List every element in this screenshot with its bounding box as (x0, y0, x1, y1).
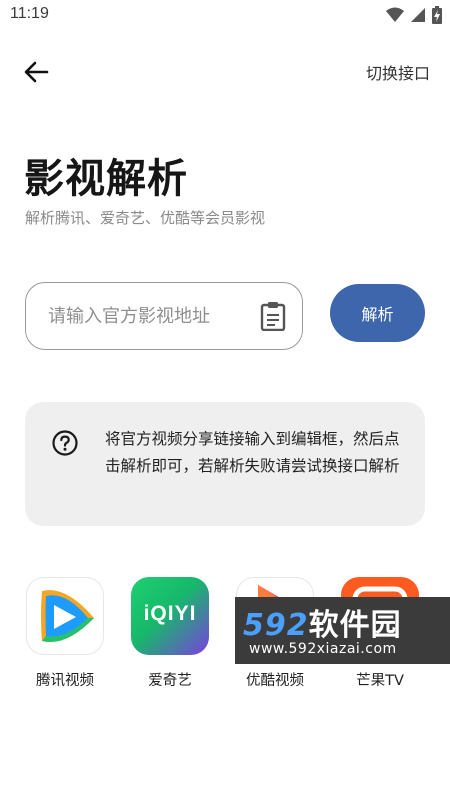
watermark: 592软件园 www.592xiazai.com (235, 597, 450, 664)
watermark-number: 592 (243, 608, 309, 643)
platform-label: 爱奇艺 (148, 673, 192, 689)
watermark-text: 软件园 (308, 608, 402, 643)
tencent-video-logo (26, 577, 104, 655)
help-card: 将官方视频分享链接输入到编辑框，然后点击解析即可，若解析失败请尝试换接口解析 (25, 402, 425, 526)
top-bar: 切换接口 (0, 44, 450, 100)
iqiyi-logo: iQIYI (131, 577, 209, 655)
switch-interface-button[interactable]: 切换接口 (366, 60, 430, 84)
wifi-icon (386, 7, 404, 22)
platform-label: 腾讯视频 (36, 673, 94, 689)
platform-iqiyi[interactable]: iQIYI 爱奇艺 (130, 577, 210, 690)
url-input[interactable] (46, 283, 250, 350)
platform-tencent[interactable]: 腾讯视频 (25, 577, 105, 690)
status-bar: 11:19 (0, 0, 450, 32)
watermark-brand: 592软件园 (243, 600, 402, 644)
question-circle-icon (52, 430, 78, 456)
iqiyi-logo-text: iQIYI (143, 602, 197, 625)
arrow-left-icon[interactable] (22, 58, 50, 86)
status-time: 11:19 (10, 5, 49, 22)
battery-icon (432, 6, 442, 24)
clipboard-icon[interactable] (260, 301, 286, 331)
url-input-box (25, 282, 303, 350)
help-text: 将官方视频分享链接输入到编辑框，然后点击解析即可，若解析失败请尝试换接口解析 (105, 430, 400, 475)
page-title: 影视解析 (24, 156, 188, 202)
platform-label: 芒果TV (356, 673, 404, 689)
watermark-url: www.592xiazai.com (249, 641, 397, 657)
signal-icon (411, 8, 425, 22)
parse-button[interactable]: 解析 (330, 284, 425, 342)
page-subtitle: 解析腾讯、爱奇艺、优酷等会员影视 (25, 209, 266, 227)
status-icons (386, 6, 442, 24)
platform-label: 优酷视频 (246, 673, 304, 689)
